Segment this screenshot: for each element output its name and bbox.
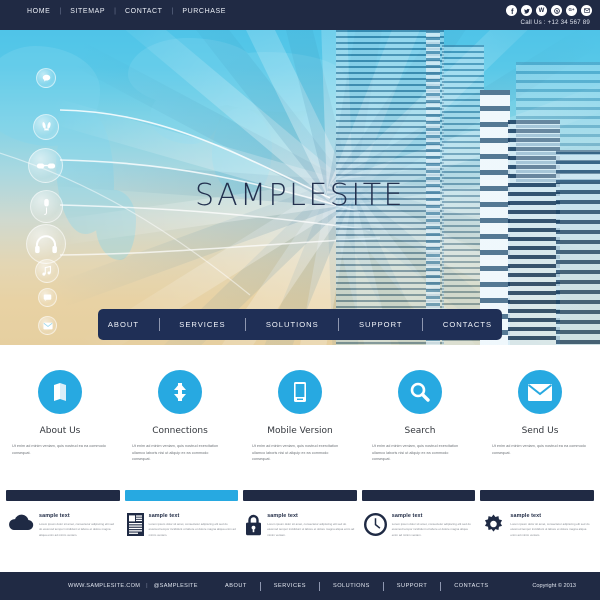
feature-mobile-version[interactable]: Mobile Version Ut enim ad minim veniam, …	[240, 352, 360, 484]
hero-banner: SAMPLESITE	[0, 30, 600, 345]
strip-text: Lorem ipsum dolor sit amet, consectetur …	[39, 522, 115, 537]
strip-column	[480, 490, 594, 501]
footer-navigation: ABOUT SERVICES SOLUTIONS SUPPORT CONTACT…	[212, 581, 502, 591]
strip-column	[361, 490, 476, 501]
strip-column	[243, 490, 357, 501]
hero-title: SAMPLESITE	[195, 178, 405, 213]
strip-bar[interactable]	[480, 490, 594, 501]
main-navigation: ABOUT SERVICES SOLUTIONS SUPPORT CONTACT…	[98, 309, 502, 340]
mainnav-divider	[245, 318, 247, 331]
strip-bars-row	[0, 490, 600, 501]
mainnav-link-services[interactable]: SERVICES	[179, 320, 225, 329]
topnav-link-contact[interactable]: CONTACT	[116, 8, 172, 15]
footer: WWW.SAMPLESITE.COM | @SAMPLESITE ABOUT S…	[0, 572, 600, 600]
strip-item-document: sample text Lorem ipsum dolor sit amet, …	[125, 501, 239, 538]
strip-text: Lorem ipsum dolor sit amet, consectetur …	[391, 522, 471, 537]
social-icon-bar: W G+	[506, 5, 592, 16]
strip-item-cloud: sample text Lorem ipsum dolor sit amet, …	[6, 501, 120, 538]
strip-title: sample text	[510, 513, 542, 519]
call-us-text: Call Us : +12 34 567 89	[520, 19, 590, 26]
feature-text: Ut enim ad minim veniam, quis nostrud ea…	[492, 444, 586, 455]
feature-title: Mobile Version	[267, 426, 333, 436]
strip-item-lock: sample text Lorem ipsum dolor sit amet, …	[243, 501, 357, 538]
magnifier-icon	[398, 370, 442, 414]
feature-search[interactable]: Search Ut enim ad minim veniam, quis nos…	[360, 352, 480, 484]
footer-site-info: WWW.SAMPLESITE.COM | @SAMPLESITE	[68, 583, 198, 589]
feature-title: Search	[404, 426, 436, 436]
mainnav-link-solutions[interactable]: SOLUTIONS	[266, 320, 319, 329]
footer-website[interactable]: WWW.SAMPLESITE.COM	[68, 583, 140, 589]
strip-title: sample text	[391, 513, 423, 519]
strip-title: sample text	[267, 513, 298, 519]
mainnav-divider	[338, 318, 340, 331]
feature-title: Send Us	[521, 426, 559, 436]
strip-title: sample text	[39, 513, 70, 519]
speech-bubble-icon[interactable]	[36, 68, 56, 88]
facebook-icon[interactable]	[506, 5, 517, 16]
footer-link-contacts[interactable]: CONTACTS	[441, 583, 501, 589]
footer-link-solutions[interactable]: SOLUTIONS	[320, 583, 383, 589]
website-template-page: HOME | SITEMAP | CONTACT | PURCHASE W G+	[0, 0, 600, 600]
headphones-icon[interactable]	[26, 224, 66, 264]
wordpress-icon[interactable]: W	[536, 5, 547, 16]
strip-bar[interactable]	[361, 490, 476, 501]
rabbit-ears-icon[interactable]	[33, 114, 59, 140]
mainnav-divider	[158, 318, 160, 331]
document-icon	[126, 513, 144, 536]
mainnav-link-about[interactable]: ABOUT	[108, 320, 139, 329]
transfer-arrows-icon	[158, 370, 202, 414]
feature-title: About Us	[39, 426, 81, 436]
feature-title: Connections	[152, 426, 208, 436]
strip-text: Lorem ipsum dolor sit amet, consectetur …	[267, 522, 355, 537]
feature-send-us[interactable]: Send Us Ut enim ad minim veniam, quis no…	[480, 352, 600, 484]
envelope-icon[interactable]	[38, 316, 57, 335]
strip-item-gear: sample text Lorem ipsum dolor sit amet, …	[480, 501, 594, 538]
topnav-link-purchase[interactable]: PURCHASE	[173, 8, 235, 15]
strip-bar-active[interactable]	[124, 490, 239, 501]
strip-column	[124, 490, 239, 501]
sample-text-strip: sample text Lorem ipsum dolor sit amet, …	[0, 490, 600, 572]
strip-content-row: sample text Lorem ipsum dolor sit amet, …	[0, 501, 600, 538]
strip-bar[interactable]	[6, 490, 120, 501]
envelope-icon	[518, 370, 562, 414]
skype-icon[interactable]	[551, 5, 562, 16]
top-navigation: HOME | SITEMAP | CONTACT | PURCHASE	[18, 8, 235, 15]
features-section: About Us Ut enim ad minim veniam, quis n…	[0, 352, 600, 484]
mobile-phone-icon	[278, 370, 322, 414]
strip-bar[interactable]	[243, 490, 357, 501]
lock-icon	[245, 513, 262, 536]
mainnav-link-contacts[interactable]: CONTACTS	[443, 320, 492, 329]
feature-text: Ut enim ad minim veniam, quis nostrud ex…	[372, 444, 459, 462]
feature-text: Ut enim ad minim veniam, quis nostrud ex…	[252, 444, 339, 462]
footer-copyright: Copyright © 2013	[532, 583, 576, 589]
music-note-icon[interactable]	[35, 259, 59, 283]
top-bar: HOME | SITEMAP | CONTACT | PURCHASE W G+	[0, 0, 600, 30]
chat-icon[interactable]	[38, 288, 57, 307]
topnav-link-sitemap[interactable]: SITEMAP	[61, 8, 114, 15]
feature-about-us[interactable]: About Us Ut enim ad minim veniam, quis n…	[0, 352, 120, 484]
feature-text: Ut enim ad minim veniam, quis nostrud ex…	[132, 444, 219, 462]
mainnav-divider	[422, 318, 424, 331]
footer-link-support[interactable]: SUPPORT	[384, 583, 440, 589]
cloud-icon	[8, 513, 34, 531]
topnav-link-home[interactable]: HOME	[18, 8, 59, 15]
strip-text: Lorem ipsum dolor sit amet, consectetur …	[148, 522, 236, 537]
gear-icon	[482, 513, 505, 536]
strip-text: Lorem ipsum dolor sit amet, consectetur …	[510, 522, 590, 537]
footer-separator: |	[146, 583, 148, 589]
strip-column	[6, 490, 120, 501]
footer-link-services[interactable]: SERVICES	[261, 583, 319, 589]
mainnav-link-support[interactable]: SUPPORT	[359, 320, 403, 329]
feature-text: Ut enim ad minim veniam, quis nostrud ea…	[12, 444, 106, 455]
book-icon	[38, 370, 82, 414]
strip-item-clock: sample text Lorem ipsum dolor sit amet, …	[362, 501, 476, 538]
strip-title: sample text	[148, 513, 180, 519]
email-icon[interactable]	[581, 5, 592, 16]
twitter-icon[interactable]	[521, 5, 532, 16]
feature-connections[interactable]: Connections Ut enim ad minim veniam, qui…	[120, 352, 240, 484]
clock-icon	[363, 513, 387, 536]
google-plus-icon[interactable]: G+	[566, 5, 577, 16]
footer-handle[interactable]: @SAMPLESITE	[154, 583, 198, 589]
footer-link-about[interactable]: ABOUT	[212, 583, 260, 589]
